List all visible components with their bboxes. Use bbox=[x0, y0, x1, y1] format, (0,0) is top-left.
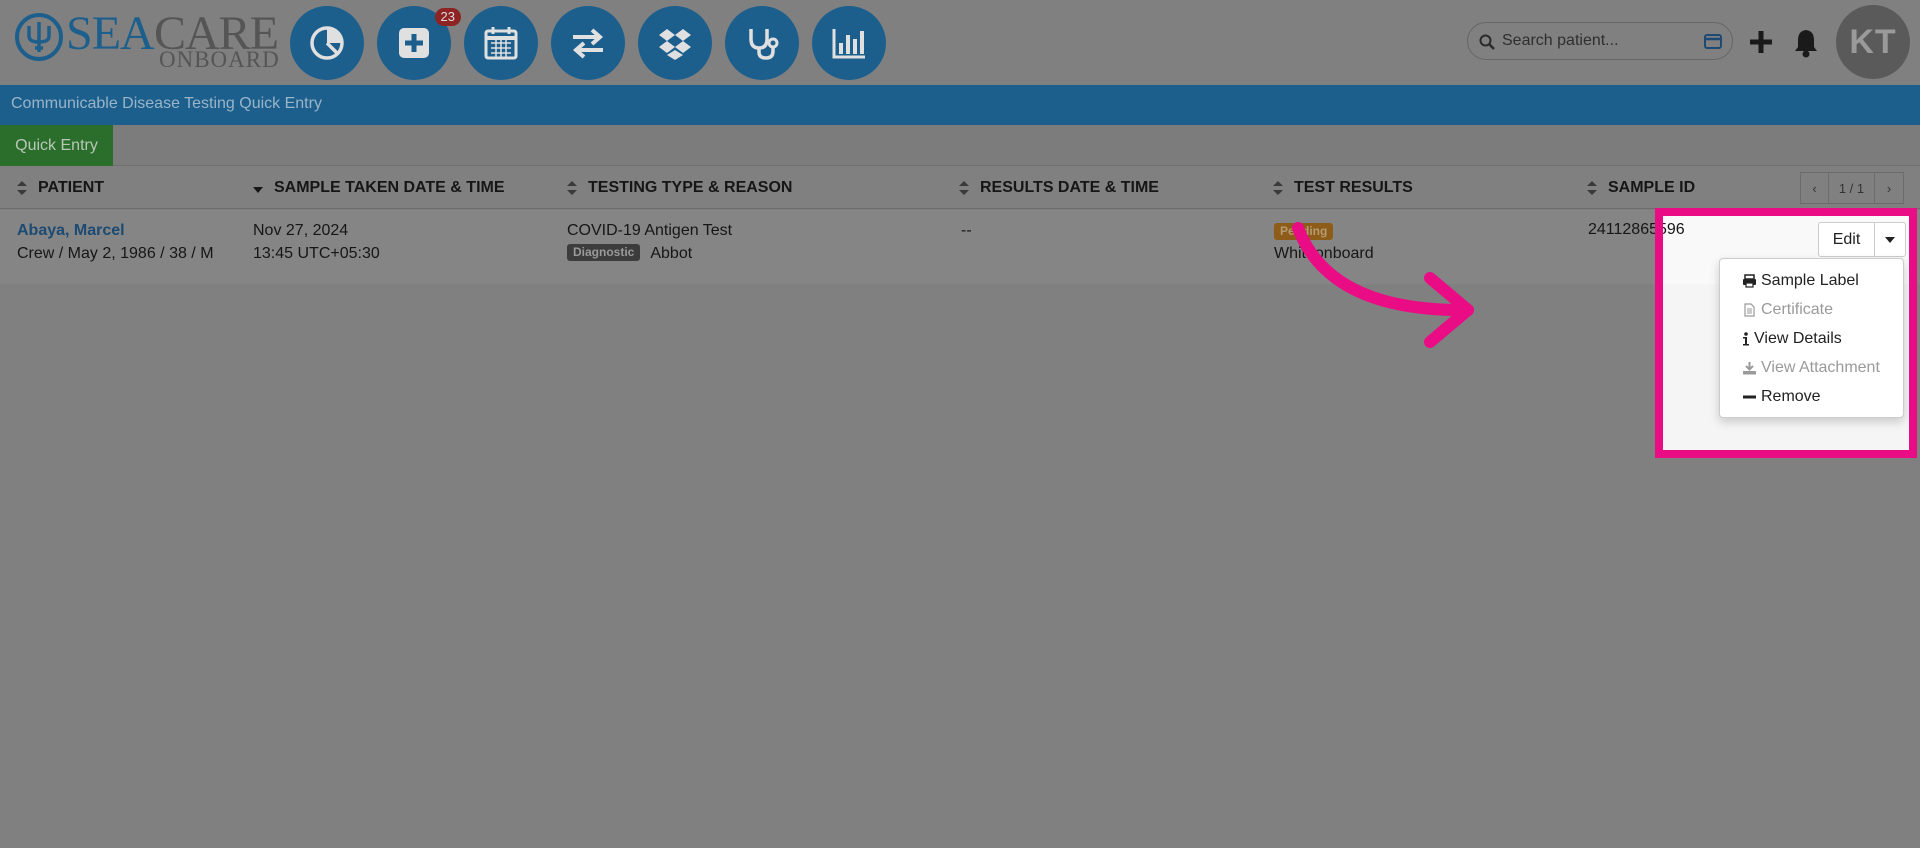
pointer-arrow-icon bbox=[1292, 222, 1474, 348]
manufacturer: Abbot bbox=[650, 245, 693, 262]
dropbox-icon bbox=[659, 29, 691, 60]
column-header-sample-taken[interactable]: SAMPLE TAKEN DATE & TIME bbox=[252, 166, 505, 209]
sort-icon bbox=[1587, 180, 1597, 195]
table-header: PATIENT SAMPLE TAKEN DATE & TIME TESTING… bbox=[0, 166, 1920, 209]
bell-icon[interactable] bbox=[1792, 28, 1820, 58]
bar-chart-icon bbox=[832, 29, 865, 59]
nav-inventory-button[interactable] bbox=[638, 6, 712, 80]
patient-info: Crew / May 2, 1986 / 38 / M bbox=[17, 245, 214, 262]
column-header-test-results[interactable]: TEST RESULTS bbox=[1272, 166, 1413, 209]
logo-text-onboard: ONBOARD bbox=[159, 47, 280, 72]
pager-next-button[interactable]: › bbox=[1875, 173, 1903, 203]
reason-tag: Diagnostic bbox=[567, 244, 641, 261]
sort-desc-icon bbox=[253, 186, 263, 193]
toolbar bbox=[0, 125, 1920, 166]
trident-icon bbox=[15, 13, 63, 61]
logo-text-sea: SEA bbox=[66, 7, 155, 60]
nav-calendar-button[interactable] bbox=[464, 6, 538, 80]
add-icon[interactable] bbox=[1747, 28, 1775, 56]
nav-reports-button[interactable] bbox=[812, 6, 886, 80]
column-header-patient[interactable]: PATIENT bbox=[16, 166, 104, 209]
quick-entry-button[interactable]: Quick Entry bbox=[0, 125, 113, 166]
test-type: COVID-19 Antigen Test bbox=[567, 222, 733, 239]
sample-date: Nov 27, 2024 bbox=[253, 222, 349, 239]
pagination: ‹ 1 / 1 › bbox=[1800, 172, 1904, 204]
calendar-icon bbox=[484, 27, 518, 60]
sort-icon bbox=[567, 180, 577, 195]
search-icon bbox=[1479, 34, 1495, 50]
card-icon[interactable] bbox=[1704, 34, 1722, 49]
nav-transfer-button[interactable] bbox=[551, 6, 625, 80]
column-header-results-date[interactable]: RESULTS DATE & TIME bbox=[958, 166, 1159, 209]
column-header-testing-type[interactable]: TESTING TYPE & REASON bbox=[566, 166, 792, 209]
pager-label: 1 / 1 bbox=[1829, 173, 1875, 203]
exchange-icon bbox=[572, 28, 604, 59]
nav-dashboard-button[interactable] bbox=[290, 6, 364, 80]
page-title: Communicable Disease Testing Quick Entry bbox=[0, 85, 1920, 125]
stethoscope-icon bbox=[749, 29, 779, 60]
top-navbar: SEA CARE ONBOARD 23 Search patient... KT bbox=[0, 0, 1920, 85]
pager-prev-button[interactable]: ‹ bbox=[1801, 173, 1829, 203]
notification-badge: 23 bbox=[434, 8, 461, 26]
sort-icon bbox=[1273, 180, 1283, 195]
nav-consult-button[interactable] bbox=[725, 6, 799, 80]
sample-time: 13:45 UTC+05:30 bbox=[253, 245, 380, 262]
pie-chart-icon bbox=[310, 26, 344, 60]
user-avatar[interactable]: KT bbox=[1836, 5, 1910, 79]
sort-icon bbox=[959, 180, 969, 195]
nav-medical-button[interactable]: 23 bbox=[377, 6, 461, 80]
seacare-logo[interactable]: SEA CARE ONBOARD bbox=[14, 8, 284, 74]
column-header-sample-id[interactable]: SAMPLE ID bbox=[1586, 166, 1695, 209]
search-box bbox=[1467, 22, 1733, 60]
plus-square-icon bbox=[399, 28, 429, 58]
search-patient-input[interactable] bbox=[1502, 31, 1692, 51]
sort-icon bbox=[17, 180, 27, 195]
patient-name-link[interactable]: Abaya, Marcel bbox=[17, 219, 214, 242]
results-datetime: -- bbox=[961, 222, 972, 239]
highlight-frame bbox=[1655, 208, 1917, 458]
